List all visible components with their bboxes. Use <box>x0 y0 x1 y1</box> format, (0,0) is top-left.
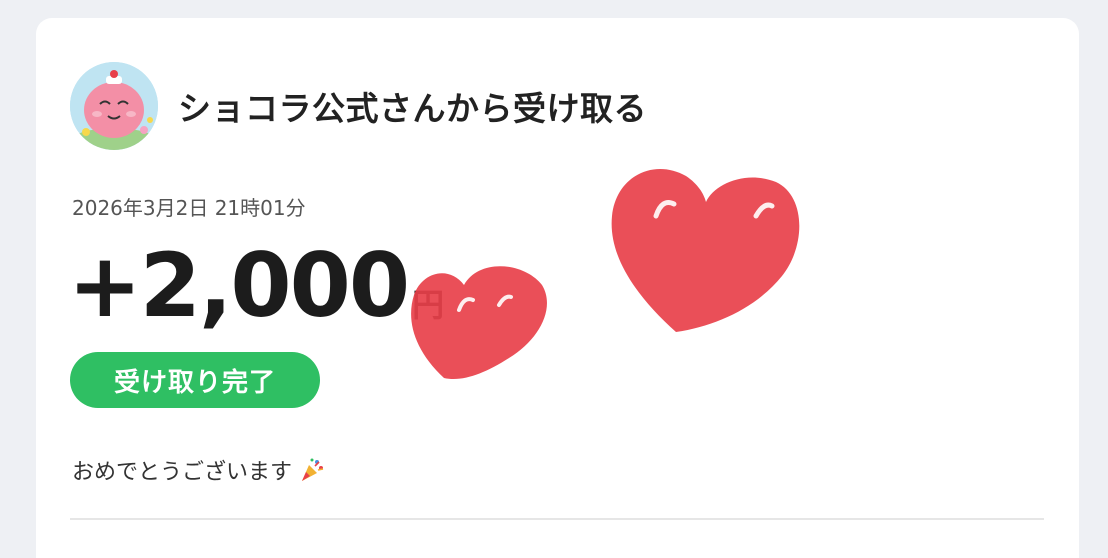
receipt-card: ショコラ公式さんから受け取る 2026年3月2日 21時01分 +2,000円 … <box>36 18 1079 558</box>
transfer-amount: +2,000円 <box>68 234 444 337</box>
transfer-title: ショコラ公式さんから受け取る <box>178 89 647 128</box>
heart-sticker-large-icon <box>611 169 800 332</box>
transfer-message: おめでとうございます <box>72 454 325 489</box>
transfer-timestamp: 2026年3月2日 21時01分 <box>72 196 306 220</box>
divider <box>70 518 1044 520</box>
status-badge: 受け取り完了 <box>70 352 320 408</box>
heart-sticker-small-icon <box>411 266 547 380</box>
avatar-character-icon <box>70 62 158 150</box>
party-popper-icon <box>299 457 325 489</box>
message-text: おめでとうございます <box>72 460 293 485</box>
sender-avatar[interactable] <box>70 62 158 150</box>
amount-value: +2,000 <box>68 234 410 337</box>
